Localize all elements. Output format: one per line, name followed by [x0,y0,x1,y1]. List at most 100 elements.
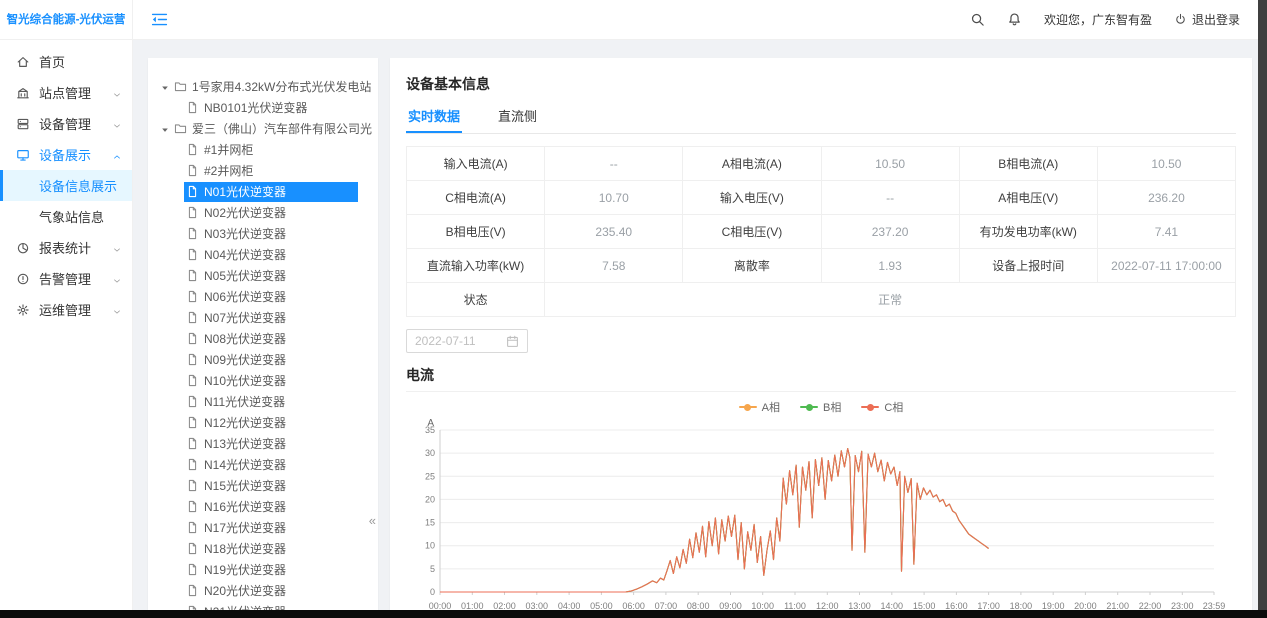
tree-node-10[interactable]: N06光伏逆变器 [160,286,372,307]
file-icon [186,143,199,156]
file-icon [186,521,199,534]
svg-text:03:00: 03:00 [526,601,549,610]
tree-node-1[interactable]: NB0101光伏逆变器 [160,97,372,118]
file-icon [186,374,199,387]
current-line-chart: 0510152025303500:0001:0002:0003:0004:000… [406,416,1226,610]
sidebar-subitem-device-info-display[interactable]: 设备信息展示 [0,170,132,201]
tree-device-label: N20光伏逆变器 [204,582,286,599]
tree-device-label: N11光伏逆变器 [204,393,285,410]
tree-node-8[interactable]: N04光伏逆变器 [160,244,372,265]
tree-node-23[interactable]: N19光伏逆变器 [160,559,372,580]
tree-device-inner: N02光伏逆变器 [184,203,358,223]
tree-node-7[interactable]: N03光伏逆变器 [160,223,372,244]
tree-device-label: N13光伏逆变器 [204,435,286,452]
tree-device-label: N05光伏逆变器 [204,267,286,284]
svg-text:15: 15 [425,518,435,528]
file-icon [186,269,199,282]
info-label-2-0: B相电压(V) [407,215,545,249]
tree-node-17[interactable]: N13光伏逆变器 [160,433,372,454]
browser-scrollbar[interactable] [1258,0,1267,618]
tree-node-13[interactable]: N09光伏逆变器 [160,349,372,370]
sidebar-item-device-management[interactable]: 设备管理 [0,108,132,139]
info-label-3-2: 设备上报时间 [960,249,1098,283]
file-icon [186,332,199,345]
app-logo: 智光综合能源-光伏运营 [0,0,132,40]
device-detail-panel: 设备基本信息 实时数据直流侧 输入电流(A)--A相电流(A)10.50B相电流… [390,58,1252,610]
svg-text:08:00: 08:00 [687,601,710,610]
search-icon[interactable] [970,12,985,27]
caret-down-icon[interactable] [160,124,170,134]
screen-edge-bottom [0,610,1267,618]
svg-text:0: 0 [430,587,435,597]
sidebar-subitem-weather-station-info[interactable]: 气象站信息 [0,201,132,232]
tree-node-6[interactable]: N02光伏逆变器 [160,202,372,223]
file-icon [186,311,199,324]
svg-text:04:00: 04:00 [558,601,581,610]
caret-down-icon[interactable] [160,82,170,92]
tree-node-25[interactable]: N21光伏逆变器 [160,601,372,610]
tree-device-label: NB0101光伏逆变器 [204,99,307,116]
tree-node-11[interactable]: N07光伏逆变器 [160,307,372,328]
date-value: 2022-07-11 [415,334,476,348]
notification-bell-icon[interactable] [1007,12,1022,27]
tree-node-24[interactable]: N20光伏逆变器 [160,580,372,601]
chart-legend: A相 B相 C相 [406,400,1236,414]
tree-node-2[interactable]: 爱三（佛山）汽车部件有限公司光伏发 [160,118,372,139]
tree-node-20[interactable]: N16光伏逆变器 [160,496,372,517]
tree-node-16[interactable]: N12光伏逆变器 [160,412,372,433]
svg-text:13:00: 13:00 [848,601,871,610]
info-label-1-1: 输入电压(V) [683,181,821,215]
tree-device-inner: N06光伏逆变器 [184,287,358,307]
legend-marker-phase-c [861,406,879,408]
tree-node-19[interactable]: N15光伏逆变器 [160,475,372,496]
tree-device-inner: N08光伏逆变器 [184,329,358,349]
legend-phase-c[interactable]: C相 [861,399,903,415]
sidebar-item-site-management[interactable]: 站点管理 [0,77,132,108]
tree-node-9[interactable]: N05光伏逆变器 [160,265,372,286]
sidebar-item-device-display[interactable]: 设备展示 [0,139,132,170]
logout-button[interactable]: 退出登录 [1174,11,1240,28]
file-icon [186,206,199,219]
legend-dot-phase-c [867,404,874,411]
tree-device-inner: N16光伏逆变器 [184,497,358,517]
tab-dc-side[interactable]: 直流侧 [496,106,539,133]
tree-device-label: N04光伏逆变器 [204,246,286,263]
topbar-right: 欢迎您，广东智有盈 退出登录 [970,11,1240,28]
menu-fold-icon[interactable] [151,11,168,28]
info-value-2-0: 235.40 [545,215,683,249]
date-picker[interactable]: 2022-07-11 [406,329,528,353]
tree-node-3[interactable]: #1并网柜 [160,139,372,160]
tree-device-inner: N15光伏逆变器 [184,476,358,496]
tree-device-inner: N21光伏逆变器 [184,602,358,611]
legend-phase-b[interactable]: B相 [800,399,841,415]
tree-device-label: N18光伏逆变器 [204,540,286,557]
tree-node-0[interactable]: 1号家用4.32kW分布式光伏发电站 [160,76,372,97]
tree-node-14[interactable]: N10光伏逆变器 [160,370,372,391]
tree-node-12[interactable]: N08光伏逆变器 [160,328,372,349]
tree-device-label: N19光伏逆变器 [204,561,286,578]
svg-text:06:00: 06:00 [622,601,645,610]
sidebar-item-alarm-management[interactable]: 告警管理 [0,263,132,294]
sidebar-item-label: 运维管理 [39,300,112,319]
display-icon [16,148,30,162]
tree-node-21[interactable]: N17光伏逆变器 [160,517,372,538]
sidebar-subitem-label: 气象站信息 [39,207,104,226]
info-value-2-1: 237.20 [822,215,960,249]
tree-node-15[interactable]: N11光伏逆变器 [160,391,372,412]
tree-node-5[interactable]: N01光伏逆变器 [160,181,372,202]
tree-node-22[interactable]: N18光伏逆变器 [160,538,372,559]
tree-device-label: #2并网柜 [204,162,253,179]
legend-phase-a[interactable]: A相 [739,399,780,415]
tree-node-18[interactable]: N14光伏逆变器 [160,454,372,475]
tree-node-4[interactable]: #2并网柜 [160,160,372,181]
tree-device-inner: N09光伏逆变器 [184,350,358,370]
sidebar-item-ops-management[interactable]: 运维管理 [0,294,132,325]
tree-device-inner: N13光伏逆变器 [184,434,358,454]
tree-device-label: N15光伏逆变器 [204,477,286,494]
svg-text:16:00: 16:00 [945,601,968,610]
sidebar-item-home[interactable]: 首页 [0,46,132,77]
tab-realtime-data[interactable]: 实时数据 [406,106,462,133]
tree-device-inner: N18光伏逆变器 [184,539,358,559]
sidebar-item-report-statistics[interactable]: 报表统计 [0,232,132,263]
panel-collapse-handle[interactable]: « [369,513,376,528]
